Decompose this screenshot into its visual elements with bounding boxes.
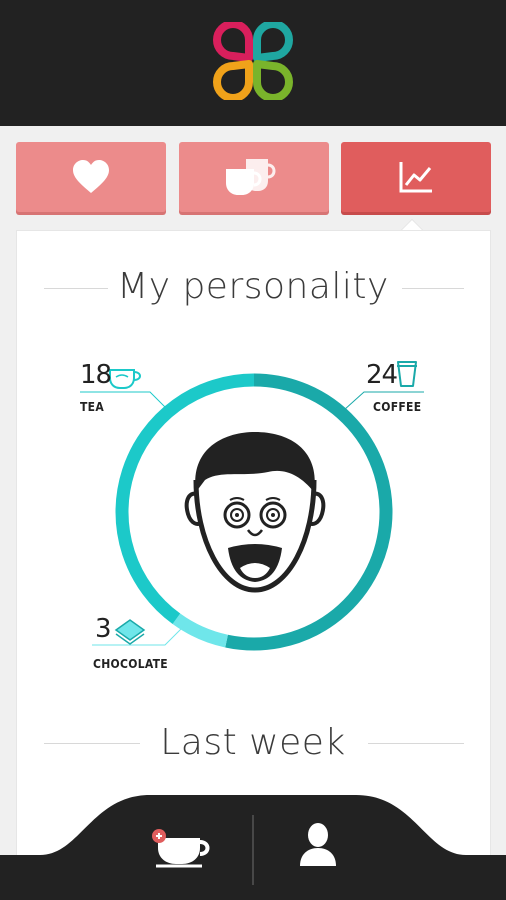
tab-drinks[interactable] [179, 142, 329, 212]
profile-icon [300, 823, 336, 866]
app-header [0, 0, 506, 126]
personality-title: My personality [117, 266, 389, 307]
tab-favorites[interactable] [16, 142, 166, 212]
clover-logo-icon [213, 22, 293, 100]
coffee-cup-icon [397, 361, 417, 387]
add-drink-button[interactable] [148, 818, 218, 874]
add-drink-cup-icon [152, 829, 210, 868]
tea-count: 18 [80, 360, 112, 390]
personality-ring-chart [80, 361, 424, 651]
coffee-count: 24 [366, 360, 398, 390]
coffee-label: COFFEE [373, 400, 422, 414]
profile-button[interactable] [298, 818, 338, 874]
surprised-face-icon [184, 432, 326, 593]
tab-bar [0, 142, 506, 214]
tab-stats[interactable] [341, 142, 491, 212]
chocolate-label: CHOCOLATE [93, 657, 168, 671]
app-screen: My personality 18 TEA 24 COFFEE 3 CHOCOL… [0, 0, 506, 900]
chocolate-icon [114, 619, 146, 645]
tea-label: TEA [80, 400, 104, 414]
chocolate-count: 3 [95, 614, 112, 644]
chart-icon [399, 162, 432, 193]
bottom-nav [0, 795, 506, 900]
cups-icon [226, 159, 276, 195]
last-week-title: Last week [160, 722, 346, 763]
heart-icon [73, 160, 109, 193]
ring-segment-chocolate [172, 613, 229, 648]
tea-cup-icon [109, 369, 141, 389]
